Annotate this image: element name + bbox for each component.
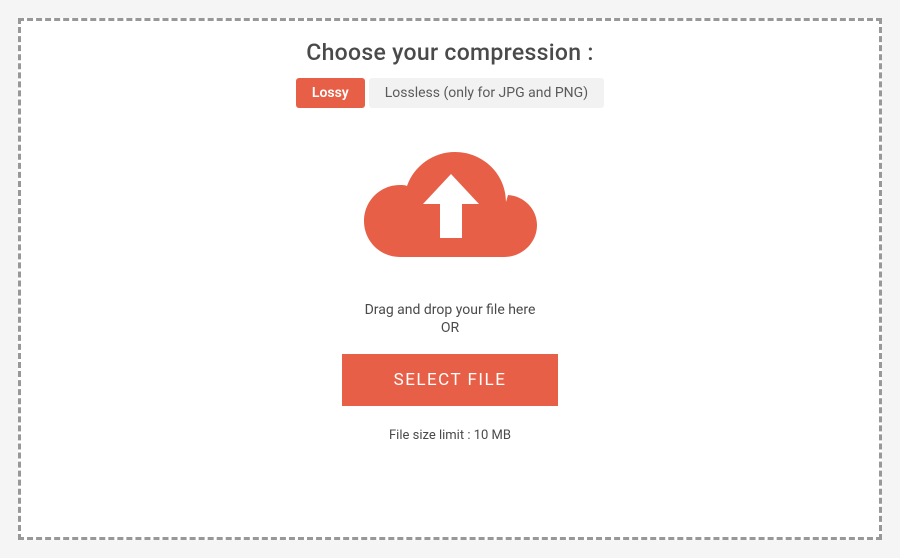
select-file-button[interactable]: SELECT FILE (342, 354, 559, 406)
compression-title: Choose your compression : (306, 39, 593, 66)
cloud-upload-icon (358, 144, 543, 274)
compression-toggle: Lossy Lossless (only for JPG and PNG) (296, 78, 604, 108)
upload-dropzone[interactable]: Choose your compression : Lossy Lossless… (18, 18, 882, 540)
drag-drop-text: Drag and drop your file here (365, 302, 536, 318)
or-text: OR (441, 320, 459, 336)
file-size-limit-text: File size limit : 10 MB (389, 428, 511, 443)
compression-option-lossy[interactable]: Lossy (296, 78, 365, 108)
compression-option-lossless[interactable]: Lossless (only for JPG and PNG) (369, 78, 604, 108)
